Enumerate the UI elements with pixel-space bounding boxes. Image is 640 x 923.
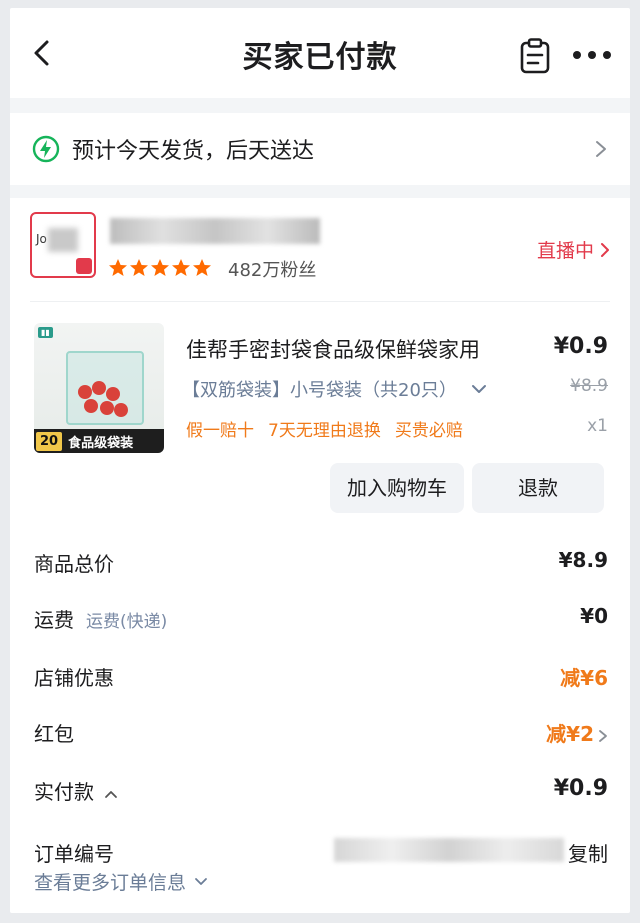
add-to-cart-button[interactable]: 加入购物车 <box>330 463 464 513</box>
star-icon <box>193 259 211 276</box>
tomato-shape <box>84 399 98 413</box>
fan-count: 482万粉丝 <box>228 260 317 281</box>
phone-screen: 买家已付款 预计今天发货，后天送达 Jo 482万粉丝 直播中 ▮▮ 20 食品… <box>10 8 630 913</box>
shop-discount-value: 减¥6 <box>560 666 608 690</box>
chevron-right-icon <box>599 729 607 742</box>
product-price: ¥0.9 <box>553 334 608 359</box>
shop-rating <box>108 258 212 278</box>
star-icon <box>172 259 190 276</box>
live-label: 直播中 <box>536 240 594 262</box>
live-stream-link[interactable]: 直播中 <box>537 236 610 263</box>
image-caption-bar: 20 食品级袋装 <box>34 429 164 453</box>
order-number-label: 订单编号 <box>34 842 114 866</box>
total-label: 商品总价 <box>34 552 114 576</box>
shipping-value: ¥0 <box>580 604 608 628</box>
tomato-shape <box>92 381 106 395</box>
paid-toggle[interactable]: 实付款 <box>34 776 118 805</box>
image-caption: 食品级袋装 <box>68 435 134 451</box>
shop-name-redacted[interactable] <box>110 218 320 244</box>
shipping-label: 运费 <box>34 608 74 632</box>
tomato-shape <box>106 387 120 401</box>
copy-button[interactable]: 复制 <box>568 838 608 867</box>
shop-logo-text: Jo <box>36 232 47 246</box>
lightning-icon <box>32 135 60 163</box>
refund-button[interactable]: 退款 <box>472 463 604 513</box>
summary-total: 商品总价 ¥8.9 <box>34 548 608 578</box>
summary-redpacket[interactable]: 红包 减¥2 <box>34 718 608 748</box>
divider <box>30 301 610 302</box>
more-order-info-label: 查看更多订单信息 <box>34 872 187 894</box>
promo-tag: 7天无理由退换 <box>268 421 381 441</box>
original-price: ¥8.9 <box>570 376 608 396</box>
paid-label: 实付款 <box>34 780 94 804</box>
redpacket-value: 减¥2 <box>546 722 594 746</box>
tomato-shape <box>114 403 128 417</box>
shipping-fee: 运费 运费(快递) <box>34 604 167 633</box>
star-icon <box>130 259 148 276</box>
shipping-text: 预计今天发货，后天送达 <box>72 139 315 164</box>
shipping-method[interactable]: 运费(快递) <box>86 612 167 632</box>
star-icon <box>109 259 127 276</box>
chevron-down-icon <box>471 385 486 393</box>
shop-discount-label: 店铺优惠 <box>34 666 114 690</box>
total-value: ¥8.9 <box>558 548 608 572</box>
order-number-row: 订单编号 复制 <box>34 838 608 868</box>
chevron-up-icon <box>105 790 117 798</box>
promo-tag: 买贵必赔 <box>394 421 463 441</box>
spec-text: 【双筋袋装】小号袋装（共20只） <box>182 380 457 401</box>
top-bar: 买家已付款 <box>10 8 630 98</box>
star-icon <box>151 259 169 276</box>
image-count-tag: 20 <box>36 431 63 451</box>
redpacket-label: 红包 <box>34 722 74 746</box>
summary-paid: 实付款 ¥0.9 <box>34 776 608 806</box>
more-options-icon[interactable] <box>572 50 612 60</box>
chevron-right-icon <box>596 141 606 157</box>
chevron-down-icon <box>195 877 207 885</box>
clipboard-icon[interactable] <box>518 38 552 74</box>
shop-logo-blur <box>48 228 78 252</box>
image-tag-badge: ▮▮ <box>38 327 53 338</box>
summary-shop-discount: 店铺优惠 减¥6 <box>34 662 608 692</box>
tomato-shape <box>78 385 92 399</box>
product-image[interactable]: ▮▮ 20 食品级袋装 <box>34 323 164 453</box>
promo-tag: 假一赔十 <box>186 421 254 441</box>
order-number-redacted <box>334 838 564 862</box>
tomato-shape <box>100 401 114 415</box>
paid-value: ¥0.9 <box>553 776 608 801</box>
summary-shipping: 运费 运费(快递) ¥0 <box>34 604 608 634</box>
order-card: Jo 482万粉丝 直播中 ▮▮ 20 食品级袋装 佳帮手密封袋食品级保鲜袋家用… <box>10 198 630 913</box>
product-name[interactable]: 佳帮手密封袋食品级保鲜袋家用 <box>186 334 480 364</box>
product-spec[interactable]: 【双筋袋装】小号袋装（共20只） <box>182 376 487 402</box>
more-order-info-link[interactable]: 查看更多订单信息 <box>34 868 208 895</box>
shop-badge-icon <box>76 258 92 274</box>
service-promos: 假一赔十 7天无理由退换 买贵必赔 <box>186 416 463 441</box>
quantity: x1 <box>587 416 608 436</box>
shipping-estimate[interactable]: 预计今天发货，后天送达 <box>10 113 630 185</box>
shop-logo[interactable]: Jo <box>30 212 96 278</box>
redpacket-value-wrap: 减¥2 <box>546 718 608 747</box>
chevron-right-icon <box>601 242 609 257</box>
